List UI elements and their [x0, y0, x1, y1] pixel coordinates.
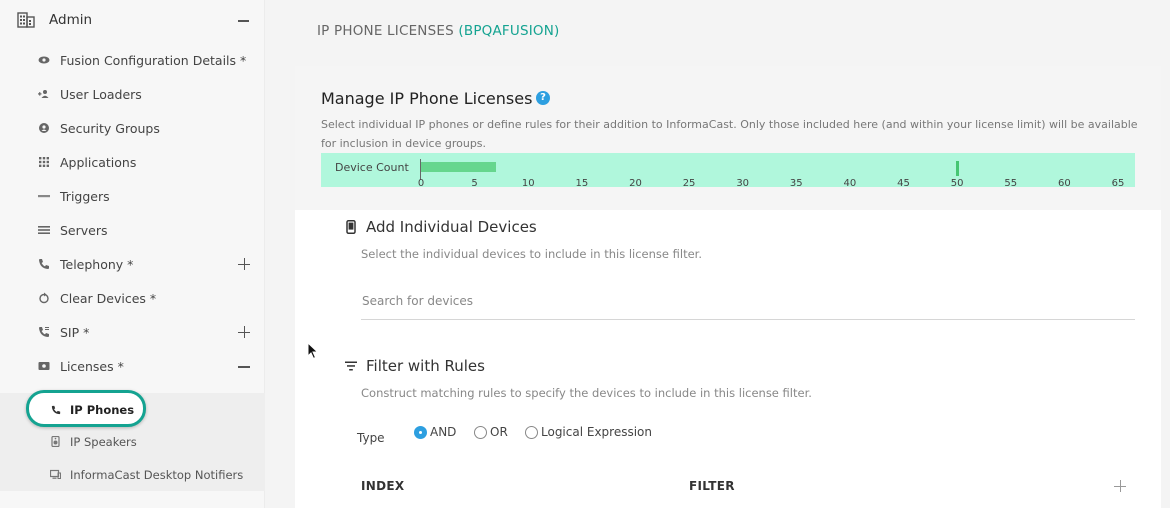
device-count-tick: 35 [789, 178, 803, 189]
sidebar-subitem-ip-phones[interactable]: IP Phones [26, 390, 146, 427]
device-count-tick: 60 [1058, 178, 1071, 189]
sidebar-item-fusion-configuration[interactable]: Fusion Configuration Details * [0, 44, 265, 78]
individual-devices-description: Select the individual devices to include… [361, 247, 702, 261]
device-count-tick: 45 [897, 178, 910, 189]
device-count-tick: 55 [1004, 178, 1018, 189]
eye-icon [38, 56, 50, 64]
filter-icon [345, 361, 357, 371]
sidebar-item-user-loaders[interactable]: User Loaders [0, 78, 265, 112]
sidebar-item-applications[interactable]: Applications [0, 146, 265, 180]
apps-grid-icon [39, 157, 49, 167]
device-count-tick: 40 [843, 178, 857, 189]
sidebar-item-label: Telephony * [60, 257, 134, 272]
radio-and-circle[interactable] [414, 426, 427, 439]
building-icon [17, 12, 35, 28]
search-placeholder: Search for devices [362, 294, 474, 308]
user-add-icon [38, 90, 49, 98]
license-card: Manage IP Phone Licenses ? Select indivi… [295, 66, 1161, 508]
sidebar-item-sip[interactable]: SIP * [0, 316, 265, 350]
page-title: IP PHONE LICENSES (BPQAFUSION) [317, 23, 560, 39]
license-icon [38, 362, 50, 370]
filter-rules-description: Construct matching rules to specify the … [361, 386, 812, 400]
device-count-tick: 20 [629, 178, 642, 189]
sidebar-item-label: Clear Devices * [60, 291, 157, 306]
radio-or[interactable]: OR [474, 425, 514, 440]
http-icon [38, 195, 50, 198]
device-count-tick: 50 [950, 178, 964, 189]
sidebar-item-label: Fusion Configuration Details * [60, 53, 247, 68]
device-count-tick: 15 [575, 178, 589, 189]
radio-or-circle[interactable] [474, 426, 487, 439]
sidebar: Admin Fusion Configuration Details * Use… [0, 0, 265, 508]
sidebar-item-servers[interactable]: Servers [0, 214, 265, 248]
device-count-tick: 30 [736, 178, 750, 189]
individual-devices-title: Add Individual Devices [366, 218, 537, 236]
radio-logical-expression[interactable]: Logical Expression [525, 425, 655, 440]
sidebar-item-label: Servers [60, 223, 108, 238]
speaker-icon [51, 436, 60, 447]
device-count-tick: 0 [417, 178, 425, 189]
device-count-tick: 5 [471, 178, 478, 189]
sidebar-item-label: Triggers [60, 189, 110, 204]
device-count-fill [421, 162, 497, 172]
device-search-input[interactable]: Search for devices [361, 292, 1135, 320]
sidebar-item-clear-devices[interactable]: Clear Devices * [0, 282, 265, 316]
clear-icon [39, 292, 49, 304]
desktop-icon [50, 469, 61, 479]
expand-icon[interactable] [238, 326, 250, 338]
phone-icon [39, 259, 49, 269]
radio-or-label: OR [490, 425, 508, 439]
page-title-accent: (BPQAFUSION) [458, 23, 560, 39]
mobile-device-icon [346, 220, 356, 234]
device-count-label: Device Count [335, 161, 409, 174]
sidebar-item-label: Licenses * [60, 359, 124, 374]
radio-logical-expression-label: Logical Expression [541, 425, 653, 439]
add-rule-icon[interactable] [1114, 480, 1126, 492]
sidebar-item-security-groups[interactable]: Security Groups [0, 112, 265, 146]
sidebar-item-label: SIP * [60, 325, 90, 340]
device-count-tick: 10 [521, 178, 535, 189]
device-count-tick: 65 [1111, 178, 1125, 189]
column-header-index: INDEX [361, 479, 405, 493]
device-count-tick: 25 [682, 178, 696, 189]
device-count-limit-marker [955, 161, 959, 176]
phone-icon [51, 405, 61, 415]
radio-and[interactable]: AND [414, 425, 460, 440]
sidebar-item-label: User Loaders [60, 87, 142, 102]
sidebar-subitem-label: IP Phones [70, 403, 135, 417]
collapse-icon[interactable] [238, 366, 250, 368]
mouse-cursor-icon [307, 342, 319, 360]
expand-icon[interactable] [238, 258, 250, 270]
collapse-icon[interactable] [238, 20, 249, 22]
help-icon[interactable]: ? [536, 91, 550, 105]
sidebar-item-label: Security Groups [60, 121, 160, 136]
sidebar-item-licenses[interactable]: Licenses * [0, 350, 265, 384]
sidebar-item-telephony[interactable]: Telephony * [0, 248, 265, 282]
page-title-text: IP PHONE LICENSES [317, 23, 454, 39]
manage-description: Select individual IP phones or define ru… [321, 118, 1138, 150]
type-label: Type [357, 431, 385, 445]
radio-and-label: AND [430, 425, 457, 439]
filter-rules-title: Filter with Rules [366, 357, 485, 375]
column-header-filter: FILTER [689, 479, 735, 493]
device-count-bar: Device Count 0 5 10 15 20 25 30 35 40 45 50 55 60 65 [321, 153, 1135, 189]
manage-section: Manage IP Phone Licenses ? Select indivi… [295, 66, 1161, 210]
sidebar-header-admin[interactable]: Admin [0, 0, 265, 40]
manage-title: Manage IP Phone Licenses [321, 89, 533, 108]
sidebar-item-triggers[interactable]: Triggers [0, 180, 265, 214]
security-group-icon [39, 123, 49, 133]
sidebar-subitem-ip-speakers[interactable]: IP Speakers [0, 426, 265, 459]
sidebar-subitem-label: InformaCast Desktop Notifiers [70, 468, 244, 482]
sidebar-item-label: Applications [60, 155, 137, 170]
sidebar-subitem-desktop-notifiers[interactable]: InformaCast Desktop Notifiers [0, 459, 265, 492]
radio-logical-expression-circle[interactable] [525, 426, 538, 439]
sip-phone-icon [39, 327, 49, 337]
sidebar-header-label: Admin [49, 12, 93, 28]
servers-list-icon [38, 226, 50, 234]
sidebar-subitem-label: IP Speakers [70, 435, 137, 449]
